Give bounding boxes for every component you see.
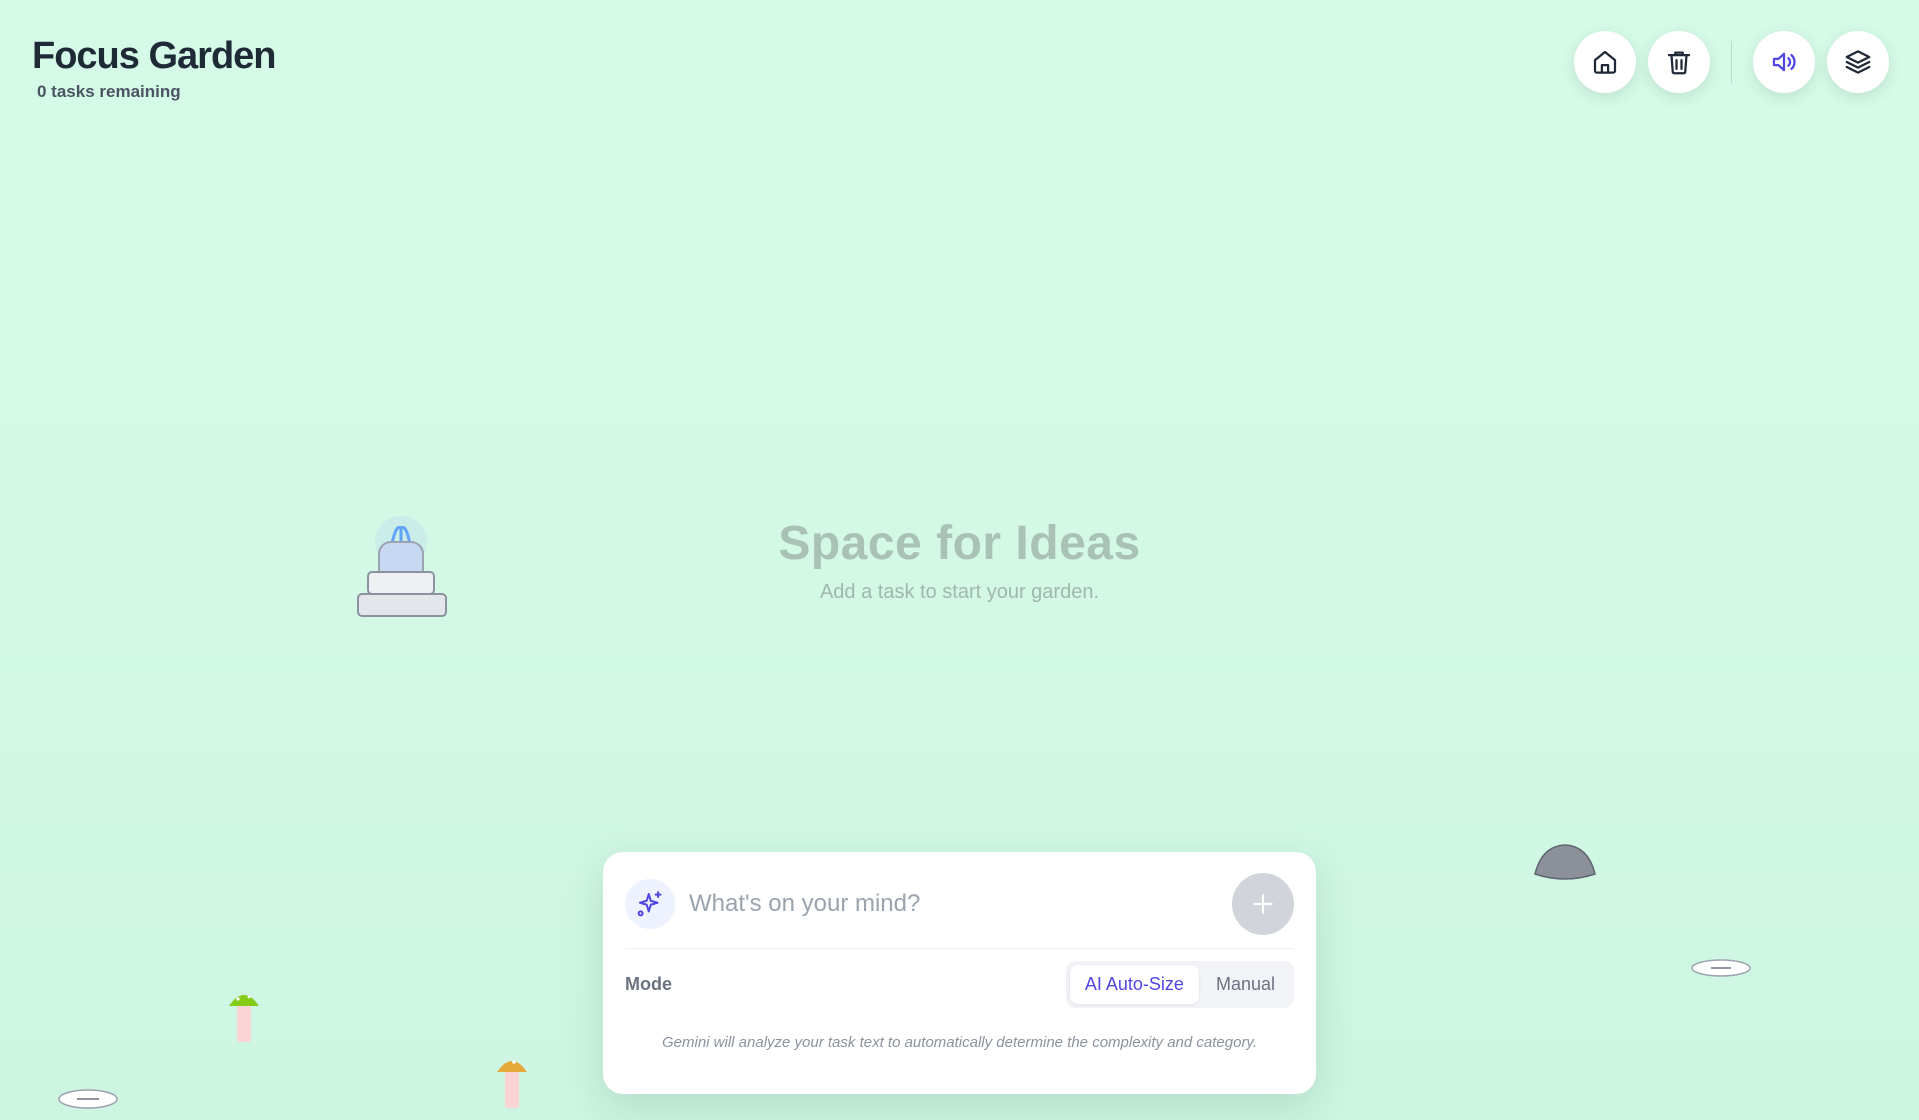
toolbar-divider [1731, 41, 1732, 83]
layers-button[interactable] [1827, 31, 1889, 93]
home-icon [1593, 50, 1617, 74]
empty-state-hint: Add a task to start your garden. [819, 581, 1100, 603]
layers-icon [1845, 50, 1871, 74]
mode-option-manual[interactable]: Manual [1201, 965, 1290, 1004]
stepping-stone-decoration [1691, 959, 1751, 977]
toolbar [1574, 31, 1889, 93]
app-title: Focus Garden [32, 35, 276, 77]
trash-icon [1667, 51, 1691, 75]
ai-sparkle-badge [625, 879, 675, 929]
task-composer: Mode AI Auto-Size Manual Gemini will ana… [603, 852, 1316, 1094]
app-header: Focus Garden 0 tasks remaining [32, 34, 276, 102]
stepping-stone-decoration [58, 1089, 118, 1109]
mode-toggle: AI Auto-Size Manual [1065, 961, 1294, 1008]
tasks-remaining-count: 0 tasks remaining [37, 82, 181, 101]
mode-row: Mode AI Auto-Size Manual [625, 961, 1294, 1008]
mode-option-ai-auto-size[interactable]: AI Auto-Size [1069, 965, 1199, 1004]
empty-state: Space for Ideas Add a task to start your… [0, 516, 1919, 604]
rock-decoration [1534, 844, 1596, 880]
mode-label: Mode [625, 974, 672, 994]
sound-toggle-button[interactable] [1753, 31, 1815, 93]
task-input[interactable] [687, 889, 1232, 919]
sparkle-icon [637, 891, 662, 917]
mode-description: Gemini will analyze your task text to au… [662, 1034, 1257, 1051]
add-task-button[interactable] [1232, 873, 1294, 935]
clear-garden-button[interactable] [1648, 31, 1710, 93]
task-input-row [625, 873, 1294, 949]
fountain-decoration [357, 516, 447, 617]
volume-icon [1772, 52, 1796, 72]
empty-state-title: Space for Ideas [778, 517, 1141, 570]
mushroom-green-decoration [229, 995, 259, 1042]
mushroom-orange-decoration [497, 1060, 527, 1108]
plus-icon [1253, 894, 1273, 914]
home-button[interactable] [1574, 31, 1636, 93]
